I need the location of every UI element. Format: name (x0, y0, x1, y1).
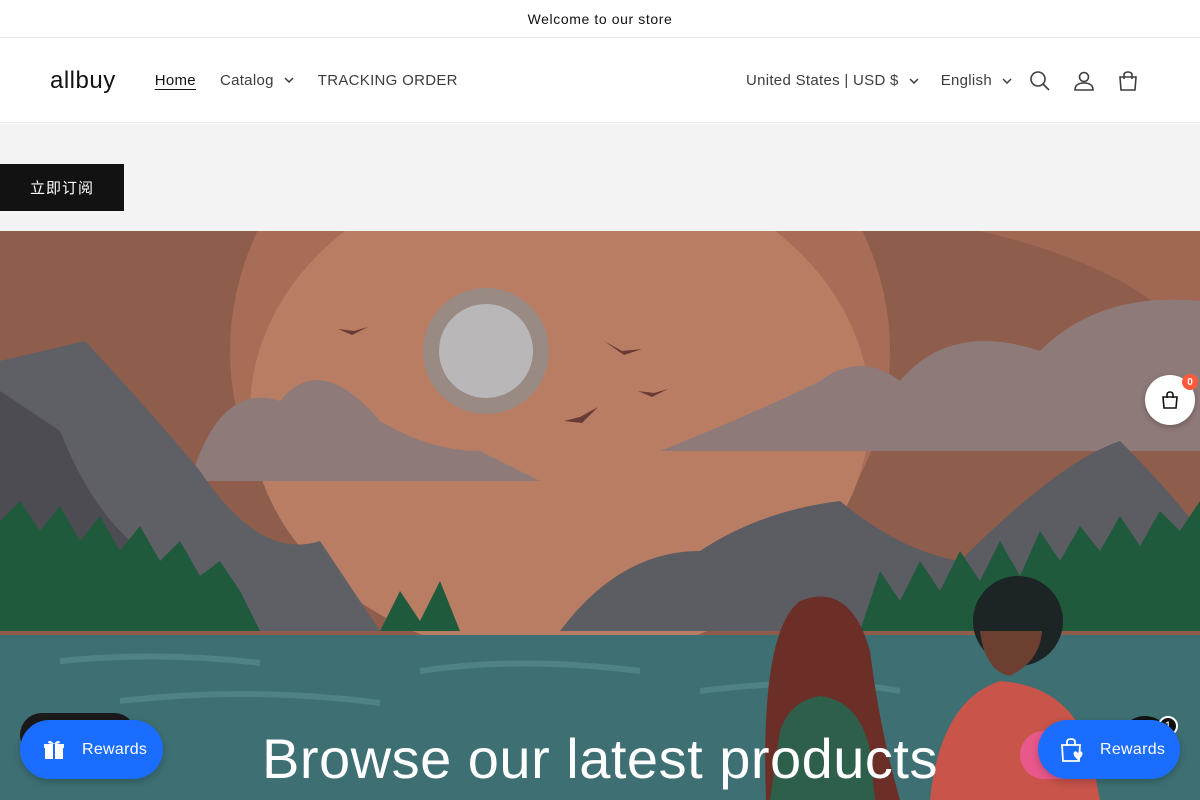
nav-catalog[interactable]: Catalog (220, 72, 294, 89)
nav-tracking-order[interactable]: TRACKING ORDER (318, 72, 458, 89)
account-button[interactable] (1062, 59, 1106, 103)
cart-icon (1119, 70, 1137, 91)
hero-illustration (0, 231, 1200, 800)
hero-banner: Browse our latest products (0, 231, 1200, 800)
account-icon (1074, 71, 1094, 91)
rewards-launcher-right[interactable]: Rewards (1038, 720, 1180, 779)
chevron-down-icon (909, 77, 919, 84)
nav-catalog-label: Catalog (219, 71, 274, 89)
rewards-launcher-left[interactable]: Rewards (20, 720, 163, 779)
main-nav: Home Catalog TRACKING ORDER (143, 72, 470, 89)
gift-icon (44, 740, 64, 759)
country-selector-label: United States | USD $ (745, 72, 899, 89)
shopping-bag-icon (1162, 391, 1178, 409)
site-header: allbuy Home Catalog TRACKING ORDER Unite… (0, 38, 1200, 123)
announcement-text: Welcome to our store (527, 10, 673, 27)
language-selector-label: English (940, 72, 992, 89)
subscribe-band (0, 124, 1200, 231)
language-selector[interactable]: English (941, 72, 1012, 89)
subscribe-button[interactable]: 立即订阅 (0, 164, 124, 211)
nav-home[interactable]: Home (155, 72, 196, 89)
rewards-left-label: Rewards (82, 740, 148, 758)
search-button[interactable] (1018, 59, 1062, 103)
header-actions: United States | USD $ English (724, 38, 1150, 123)
search-icon (1030, 70, 1050, 91)
rewards-right-label: Rewards (1100, 740, 1166, 758)
store-logo[interactable]: allbuy (50, 67, 116, 95)
country-selector[interactable]: United States | USD $ (746, 72, 919, 89)
cart-count-badge: 0 (1182, 374, 1198, 390)
announcement-bar: Welcome to our store (0, 0, 1200, 38)
shopping-bag-heart-icon (1061, 737, 1083, 762)
cart-button[interactable] (1106, 59, 1150, 103)
chevron-down-icon (284, 77, 294, 83)
chevron-down-icon (1002, 77, 1012, 84)
